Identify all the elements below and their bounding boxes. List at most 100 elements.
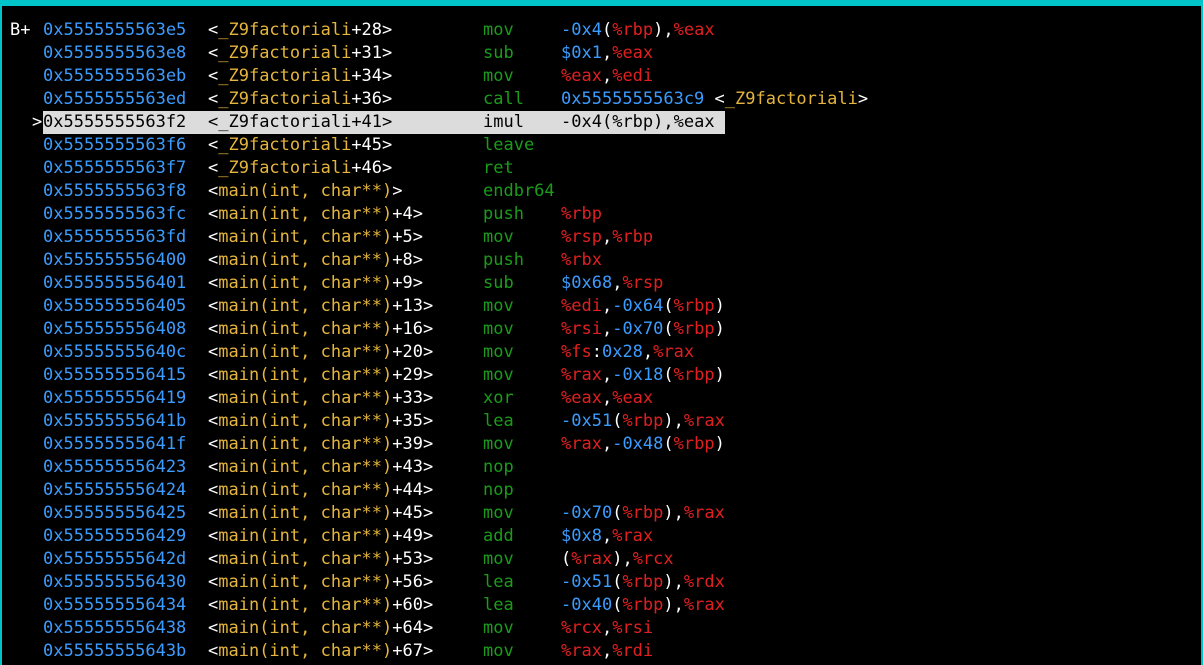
asm-line[interactable]: 0x55555555641b <main(int, char**)+35> lea -…	[0, 410, 1203, 433]
asm-line[interactable]: 0x555555556430 <main(int, char**)+56> lea -…	[0, 571, 1203, 594]
operand-token: %rsp	[622, 273, 664, 293]
instruction-address: 0x555555556424	[43, 480, 187, 500]
operand-token: 0x5555555563c9	[561, 89, 705, 109]
function-symbol: main(int, char**)	[218, 641, 393, 661]
asm-line[interactable]: 0x555555556429 <main(int, char**)+49> add $…	[0, 525, 1203, 548]
operand-token: ),	[653, 112, 674, 132]
instruction-mnemonic: nop	[483, 457, 514, 477]
operand-token: ,	[601, 641, 613, 661]
symbol-offset: <main(int, char**)+29>	[208, 365, 434, 385]
asm-line[interactable]: 0x555555556424 <main(int, char**)+44> nop	[0, 479, 1203, 502]
symbol-offset: <main(int, char**)+56>	[208, 572, 434, 592]
function-symbol: main(int, char**)	[218, 204, 393, 224]
operand-token: 0x28	[601, 342, 643, 362]
symbol-offset: <main(int, char**)+45>	[208, 503, 434, 523]
instruction-operands: -0x51(%rbp),%rdx	[561, 571, 725, 594]
disassembly-pane[interactable]: B+ 0x5555555563e5 <_Z9factoriali+28> mov -0x…	[0, 19, 1203, 663]
operand-token: %rax	[612, 526, 654, 546]
asm-line[interactable]: 0x555555556405 <main(int, char**)+13> mov%…	[0, 295, 1203, 318]
function-symbol: _Z9factoriali	[218, 89, 352, 109]
asm-line[interactable]: 0x55555555643b <main(int, char**)+67> mov%…	[0, 640, 1203, 663]
symbol-offset-value: +39	[392, 434, 423, 454]
current-instruction-line[interactable]: >0x5555555563f2 <_Z9factoriali+41> imul -0x…	[0, 111, 1203, 134]
asm-line[interactable]: 0x555555556419 <main(int, char**)+33> xor%…	[0, 387, 1203, 410]
function-symbol: _Z9factoriali	[218, 66, 352, 86]
instruction-operands: %edi,-0x64(%rbp)	[561, 295, 725, 318]
instruction-mnemonic: lea	[483, 572, 514, 592]
function-symbol: main(int, char**)	[218, 480, 393, 500]
instruction-mnemonic: mov	[483, 618, 514, 638]
function-symbol: main(int, char**)	[218, 549, 393, 569]
asm-line[interactable]: 0x555555556408 <main(int, char**)+16> mov%…	[0, 318, 1203, 341]
asm-line[interactable]: 0x5555555563f8 <main(int, char**)> endbr64	[0, 180, 1203, 203]
symbol-offset: <main(int, char**)+53>	[208, 549, 434, 569]
asm-line[interactable]: 0x5555555563ed <_Z9factoriali+36> call 0x55…	[0, 88, 1203, 111]
asm-line[interactable]: 0x55555555640c <main(int, char**)+20> mov%…	[0, 341, 1203, 364]
asm-line[interactable]: 0x55555555641f <main(int, char**)+39> mov%…	[0, 433, 1203, 456]
symbol-offset-value: +60	[392, 595, 423, 615]
asm-line[interactable]: 0x555555556434 <main(int, char**)+60> lea -…	[0, 594, 1203, 617]
instruction-operands: %rbp	[561, 203, 602, 226]
operand-token: $0x68	[561, 273, 613, 293]
instruction-mnemonic: endbr64	[483, 181, 555, 201]
symbol-offset: <main(int, char**)+35>	[208, 411, 434, 431]
symbol-offset-value: +49	[392, 526, 423, 546]
symbol-offset-value: +53	[392, 549, 423, 569]
asm-line[interactable]: B+ 0x5555555563e5 <_Z9factoriali+28> mov -0x…	[0, 19, 1203, 42]
asm-line[interactable]: 0x5555555563e8 <_Z9factoriali+31> sub $0x1,…	[0, 42, 1203, 65]
asm-line[interactable]: 0x5555555563f7 <_Z9factoriali+46> ret	[0, 157, 1203, 180]
asm-line[interactable]: 0x5555555563fd <main(int, char**)+5> mov %r…	[0, 226, 1203, 249]
function-symbol: main(int, char**)	[218, 457, 393, 477]
symbol-offset-value: +46	[351, 158, 383, 178]
instruction-mnemonic: mov	[483, 20, 514, 40]
operand-token: %rbp	[561, 204, 602, 224]
function-symbol: main(int, char**)	[218, 526, 393, 546]
instruction-mnemonic: mov	[483, 319, 514, 339]
instruction-operands: $0x1,%eax	[561, 42, 653, 65]
operand-token: %eax	[561, 66, 602, 86]
pc-marker: >	[32, 112, 43, 132]
function-symbol: main(int, char**)	[218, 388, 393, 408]
asm-line[interactable]: 0x55555555642d <main(int, char**)+53> mov (…	[0, 548, 1203, 571]
instruction-address: 0x555555556425	[43, 503, 187, 523]
instruction-mnemonic: imul	[483, 112, 524, 132]
instruction-address: 0x5555555563ed	[43, 89, 187, 109]
function-symbol: main(int, char**)	[218, 572, 393, 592]
symbol-offset: <_Z9factoriali+46>	[208, 158, 393, 178]
operand-token: %rbp	[622, 572, 664, 592]
instruction-address: 0x5555555563f7	[43, 158, 187, 178]
operand-token: $0x1	[561, 43, 602, 63]
instruction-address: 0x555555556429	[43, 526, 187, 546]
asm-line[interactable]: 0x555555556423 <main(int, char**)+43> nop	[0, 456, 1203, 479]
symbol-offset: <_Z9factoriali+36>	[208, 89, 393, 109]
instruction-address: 0x5555555563eb	[43, 66, 187, 86]
asm-line[interactable]: 0x555555556401 <main(int, char**)+9> sub $0…	[0, 272, 1203, 295]
asm-line[interactable]: 0x555555556400 <main(int, char**)+8> push%…	[0, 249, 1203, 272]
instruction-operands: -0x70(%rbp),%rax	[561, 502, 725, 525]
symbol-offset-value: +33	[392, 388, 423, 408]
instruction-address: 0x5555555563f2	[43, 112, 187, 132]
operand-token: (	[561, 549, 572, 569]
instruction-operands: (%rax),%rcx	[561, 548, 674, 571]
instruction-mnemonic: lea	[483, 595, 514, 615]
instruction-operands: %rsi,-0x70(%rbp)	[561, 318, 725, 341]
symbol-offset: <_Z9factoriali+34>	[208, 66, 393, 86]
window-top-inner	[2, 6, 1201, 19]
asm-line[interactable]: 0x555555556438 <main(int, char**)+64> mov%…	[0, 617, 1203, 640]
asm-line[interactable]: 0x5555555563f6 <_Z9factoriali+45> leave	[0, 134, 1203, 157]
asm-line[interactable]: 0x5555555563fc <main(int, char**)+4> push%…	[0, 203, 1203, 226]
instruction-mnemonic: mov	[483, 641, 514, 661]
symbol-offset: <main(int, char**)+8>	[208, 250, 423, 270]
asm-line[interactable]: 0x5555555563eb <_Z9factoriali+34> mov %eax,…	[0, 65, 1203, 88]
operand-token: %rcx	[632, 549, 674, 569]
instruction-mnemonic: ret	[483, 158, 514, 178]
asm-line[interactable]: 0x555555556415 <main(int, char**)+29> mov%…	[0, 364, 1203, 387]
symbol-offset-value: +45	[392, 503, 423, 523]
operand-token: %rax	[561, 641, 602, 661]
operand-token: -0x40	[561, 595, 613, 615]
asm-line[interactable]: 0x555555556425 <main(int, char**)+45> mov -…	[0, 502, 1203, 525]
instruction-operands: -0x4(%rbp),%eax	[561, 111, 715, 134]
instruction-operands: -0x4(%rbp),%eax	[561, 19, 715, 42]
symbol-offset: <_Z9factoriali+28>	[208, 20, 393, 40]
symbol-offset-value: +16	[392, 319, 423, 339]
